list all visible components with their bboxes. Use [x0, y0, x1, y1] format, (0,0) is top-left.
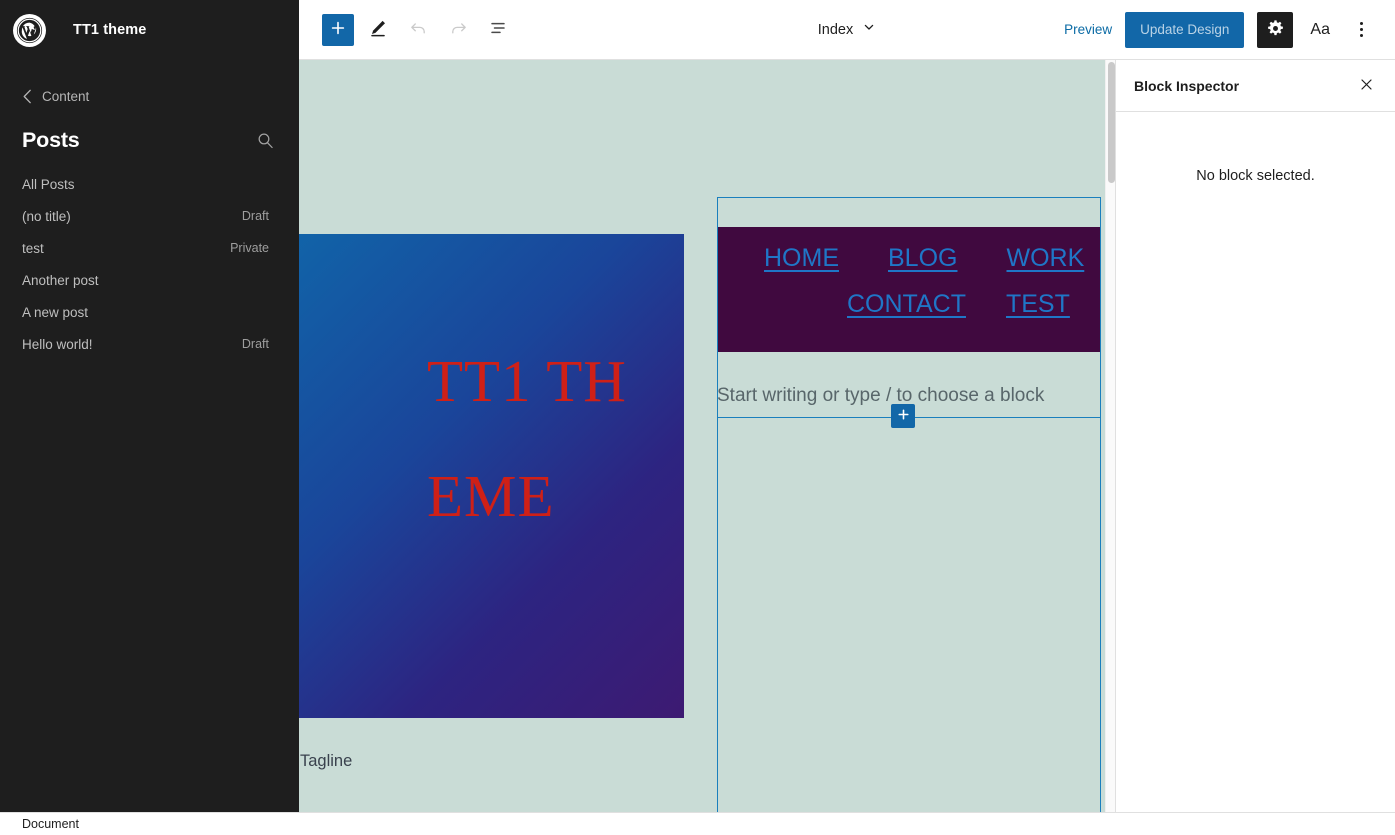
- back-to-content-button[interactable]: Content: [22, 89, 299, 104]
- list-item-label: A new post: [22, 304, 89, 320]
- status-bar: Document: [0, 812, 1395, 835]
- undo-icon: [409, 19, 428, 41]
- list-item-label: Another post: [22, 272, 99, 288]
- list-item-label: test: [22, 240, 44, 256]
- editor-canvas[interactable]: TT1 THEME Tagline HOME BLOG WORK CONTACT…: [299, 60, 1105, 812]
- sidebar-post-test[interactable]: test Private: [0, 232, 299, 264]
- site-title-label: TT1 theme: [73, 22, 147, 38]
- navigation-row-2: CONTACT TEST: [718, 273, 1100, 319]
- typography-button[interactable]: Aa: [1306, 21, 1334, 39]
- nav-link-test[interactable]: TEST: [1006, 290, 1070, 319]
- document-breadcrumb-label[interactable]: Document: [0, 817, 79, 831]
- navigation-row-1: HOME BLOG WORK: [718, 227, 1100, 273]
- toolbar-left-group: [299, 13, 514, 46]
- gear-icon: [1266, 19, 1285, 41]
- nav-link-contact[interactable]: CONTACT: [847, 290, 966, 319]
- preview-button[interactable]: Preview: [1064, 22, 1112, 37]
- nav-link-home[interactable]: HOME: [764, 244, 839, 273]
- posts-section-header: Posts: [22, 128, 277, 153]
- posts-list: All Posts (no title) Draft test Private …: [0, 168, 299, 360]
- pencil-icon: [368, 18, 388, 41]
- list-item-label: All Posts: [22, 176, 75, 192]
- nav-link-work[interactable]: WORK: [1006, 244, 1084, 273]
- kebab-menu-icon: [1359, 34, 1363, 37]
- redo-icon: [449, 19, 468, 41]
- toolbar-right-group: Preview Update Design Aa: [1064, 11, 1395, 48]
- site-title-cover-block[interactable]: TT1 THEME: [299, 234, 684, 718]
- sidebar-post-all-posts[interactable]: All Posts: [0, 168, 299, 200]
- sidebar-post-no-title[interactable]: (no title) Draft: [0, 200, 299, 232]
- chevron-down-icon: [862, 20, 876, 39]
- inspector-body: No block selected.: [1116, 112, 1395, 184]
- editor-root: TT1 theme Content Posts All Posts (no ti…: [0, 0, 1395, 835]
- update-design-button[interactable]: Update Design: [1125, 11, 1245, 48]
- sidebar-post-a-new-post[interactable]: A new post: [0, 296, 299, 328]
- list-item-label: (no title): [22, 208, 71, 224]
- list-item-status: Draft: [241, 337, 269, 351]
- paragraph-placeholder[interactable]: Start writing or type / to choose a bloc…: [717, 385, 1044, 407]
- nav-link-blog[interactable]: BLOG: [888, 244, 957, 273]
- search-icon[interactable]: [253, 129, 277, 153]
- sidebar-header: TT1 theme: [0, 0, 299, 60]
- posts-heading: Posts: [22, 128, 80, 152]
- list-view-icon: [488, 18, 508, 41]
- close-inspector-button[interactable]: [1354, 74, 1378, 98]
- settings-button[interactable]: [1257, 11, 1294, 48]
- inspector-title: Block Inspector: [1134, 77, 1240, 94]
- inspector-header: Block Inspector: [1116, 60, 1395, 112]
- navigation-sidebar: TT1 theme Content Posts All Posts (no ti…: [0, 0, 299, 812]
- block-appender-button[interactable]: [891, 404, 915, 428]
- list-item-label: Hello world!: [22, 336, 93, 352]
- sidebar-post-hello-world[interactable]: Hello world! Draft: [0, 328, 299, 360]
- site-title-text[interactable]: TT1 THEME: [427, 324, 627, 554]
- chevron-left-icon: [22, 89, 33, 104]
- kebab-menu-icon: [1359, 22, 1363, 25]
- list-item-status: Draft: [241, 209, 269, 223]
- scrollbar-thumb[interactable]: [1108, 62, 1115, 183]
- canvas-scrollbar[interactable]: [1105, 60, 1115, 812]
- inspector-empty-message: No block selected.: [1196, 168, 1315, 184]
- document-name-label: Index: [817, 21, 854, 38]
- kebab-menu-icon: [1359, 28, 1363, 31]
- sidebar-post-another-post[interactable]: Another post: [0, 264, 299, 296]
- block-inspector-panel: Block Inspector No block selected.: [1115, 60, 1395, 835]
- document-title-dropdown[interactable]: Index: [767, 20, 927, 39]
- list-view-button[interactable]: [482, 14, 514, 46]
- close-icon: [1359, 77, 1374, 95]
- more-options-button[interactable]: [1347, 14, 1375, 46]
- back-to-content-label: Content: [42, 89, 90, 104]
- navigation-block[interactable]: HOME BLOG WORK CONTACT TEST: [718, 227, 1100, 352]
- redo-button[interactable]: [442, 14, 474, 46]
- post-content-block[interactable]: [717, 418, 1101, 812]
- plus-icon: [330, 20, 346, 39]
- undo-button[interactable]: [402, 14, 434, 46]
- edit-tool-button[interactable]: [362, 14, 394, 46]
- list-item-status: Private: [230, 241, 269, 255]
- editor-toolbar: Index Preview Update Design Aa: [299, 0, 1395, 60]
- site-tagline-block[interactable]: Tagline: [300, 752, 352, 771]
- editor-canvas-area: TT1 THEME Tagline HOME BLOG WORK CONTACT…: [299, 60, 1115, 835]
- add-block-button[interactable]: [322, 13, 354, 46]
- plus-icon: [897, 408, 910, 424]
- wordpress-logo-icon[interactable]: [13, 13, 46, 47]
